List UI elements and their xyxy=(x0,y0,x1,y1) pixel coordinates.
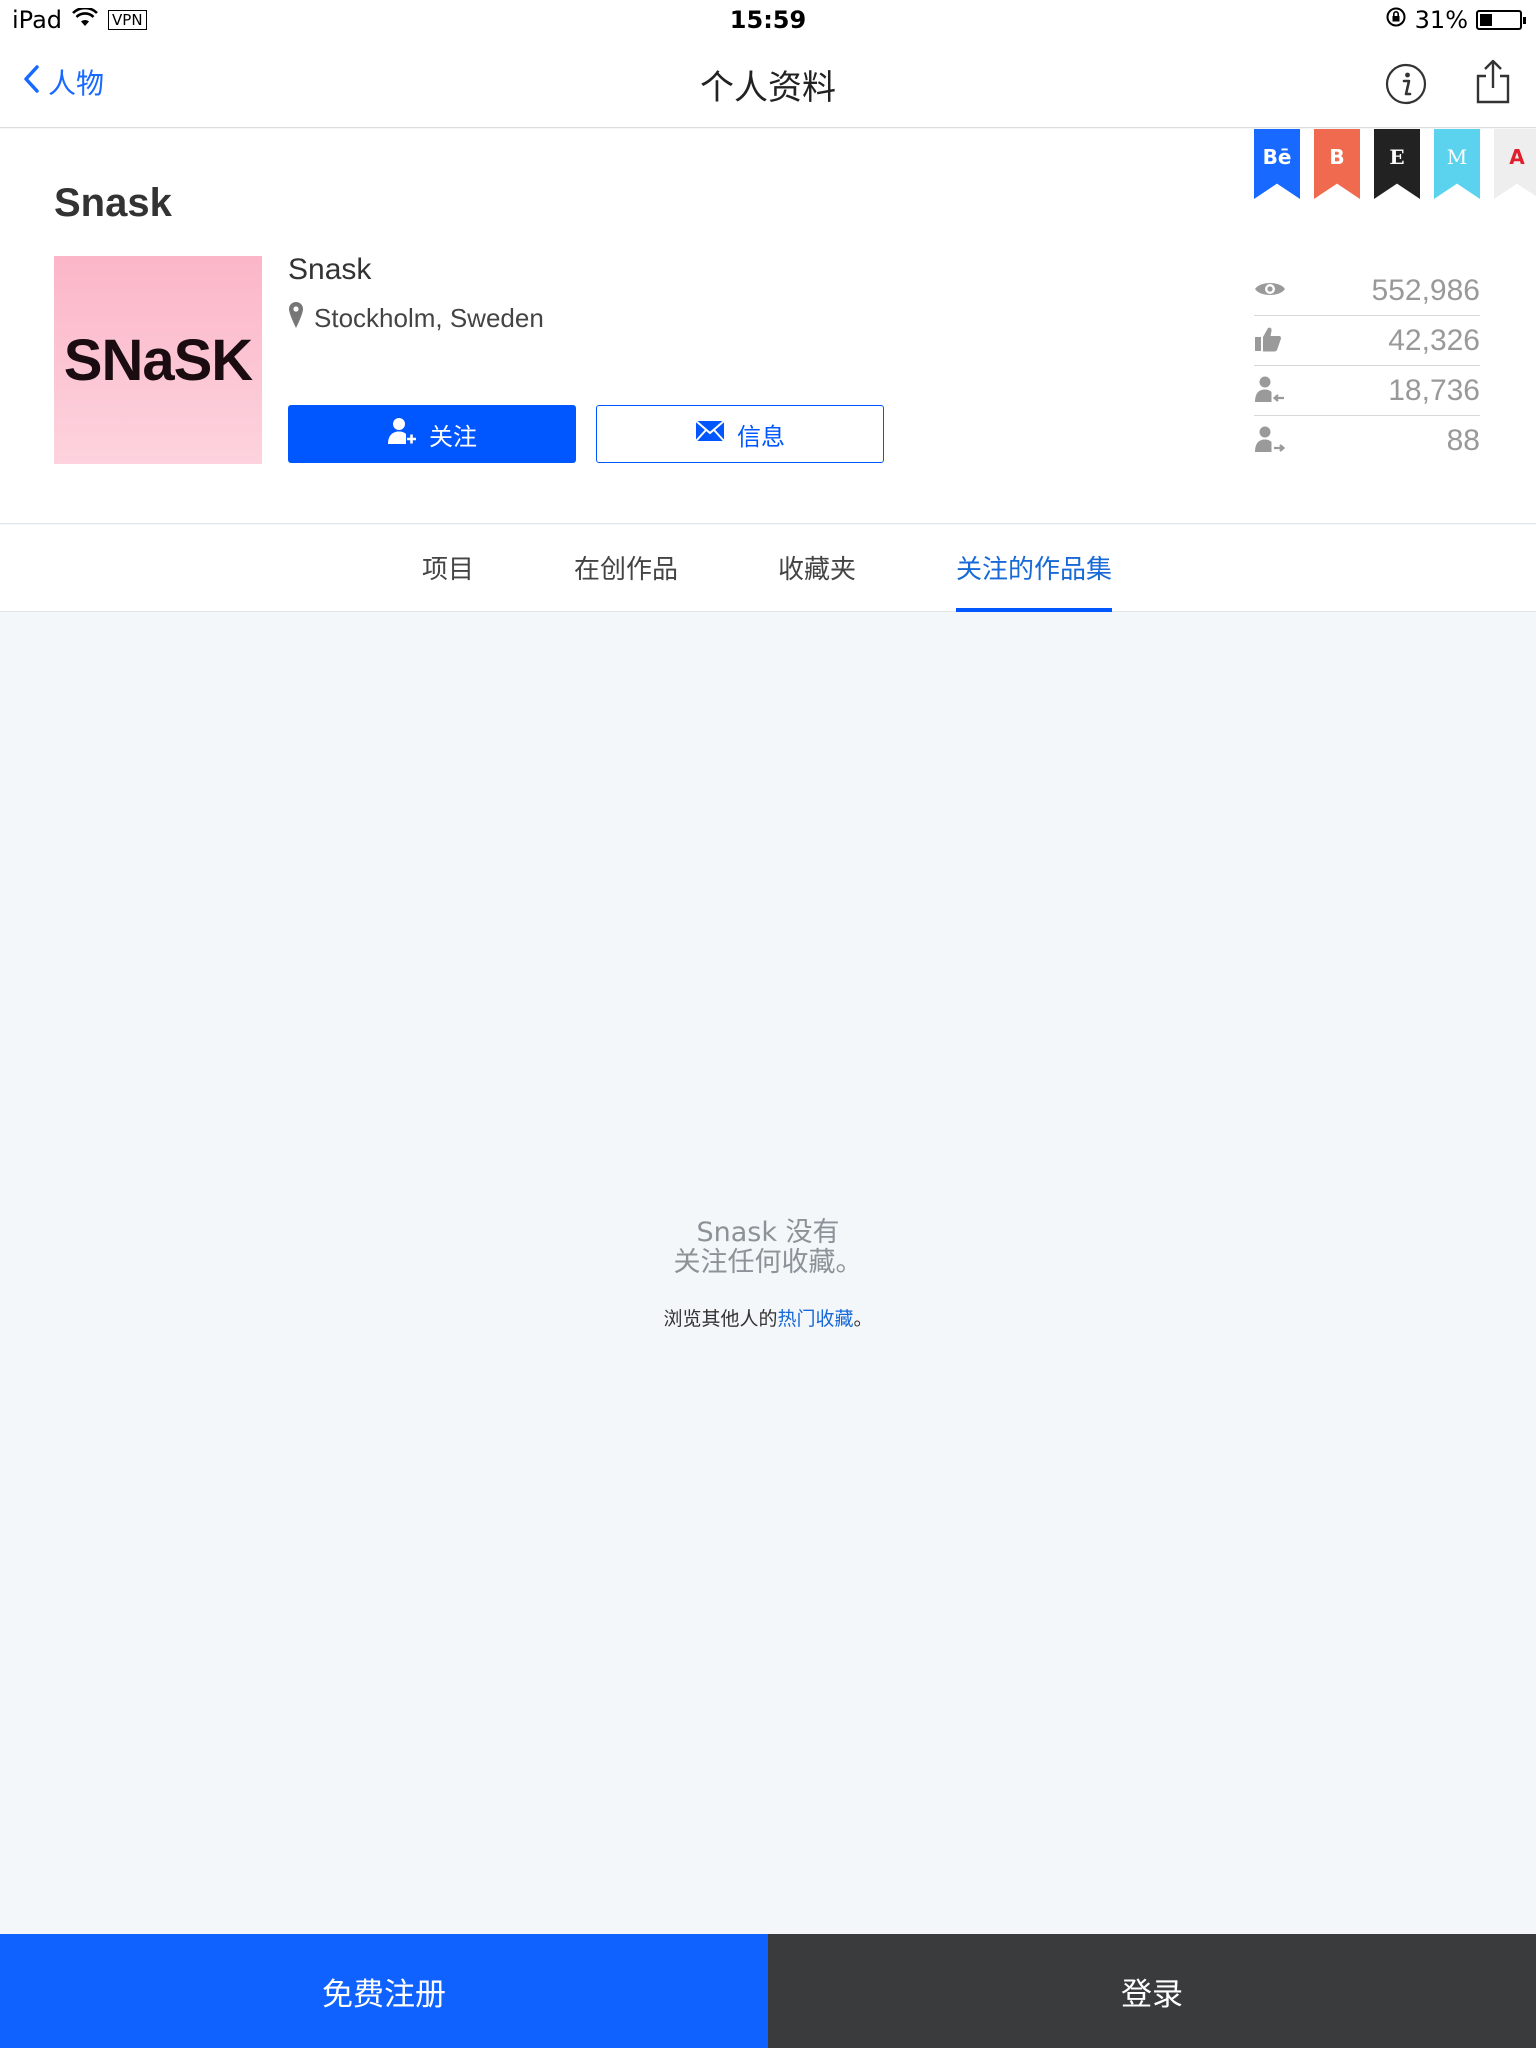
nav-bar: 人物 个人资料 xyxy=(0,42,1536,128)
following-count: 88 xyxy=(1446,424,1480,457)
browse-hint: 浏览其他人的热门收藏。 xyxy=(0,1304,1536,1331)
empty-state-line1: Snask 没有 xyxy=(696,1217,840,1248)
page-title: 个人资料 xyxy=(700,68,836,108)
follow-label: 关注 xyxy=(429,422,477,451)
login-label: 登录 xyxy=(1121,1976,1183,2013)
user-location: Stockholm, Sweden xyxy=(288,301,544,336)
thumbs-up-icon xyxy=(1254,326,1282,356)
behance-ribbon[interactable]: Bē xyxy=(1254,129,1300,199)
browse-suffix: 。 xyxy=(853,1308,873,1330)
following-icon xyxy=(1254,425,1286,457)
stat-views: 552,986 xyxy=(1254,266,1480,316)
m-ribbon[interactable]: M xyxy=(1434,129,1480,199)
followers-icon xyxy=(1254,375,1286,407)
empty-state-message: Snask 没有 关注任何收藏。 xyxy=(0,1218,1536,1278)
profile-header: Snask SNaSK Snask Stockholm, Sweden 关注 信… xyxy=(0,129,1536,524)
follow-button[interactable]: 关注 xyxy=(288,405,576,463)
info-icon xyxy=(1385,63,1427,105)
blogger-ribbon[interactable]: B xyxy=(1314,129,1360,199)
stat-appreciations: 42,326 xyxy=(1254,316,1480,366)
envelope-icon xyxy=(695,420,725,448)
add-user-icon xyxy=(387,416,417,452)
tab-collections[interactable]: 收藏夹 xyxy=(778,549,856,612)
tab-bar: 项目 在创作品 收藏夹 关注的作品集 xyxy=(0,525,1536,612)
signup-button[interactable]: 免费注册 xyxy=(0,1934,768,2048)
blogger-ribbon-label: B xyxy=(1329,145,1345,169)
share-button[interactable] xyxy=(1474,58,1512,110)
profile-title: Snask xyxy=(54,181,172,225)
appreciations-count: 42,326 xyxy=(1388,323,1480,357)
status-time: 15:59 xyxy=(729,6,807,34)
rotation-lock-icon xyxy=(1385,6,1407,34)
tab-followed-collections[interactable]: 关注的作品集 xyxy=(956,549,1113,612)
browse-prefix: 浏览其他人的 xyxy=(663,1308,778,1330)
status-right: 31% xyxy=(1385,6,1526,34)
battery-percent: 31% xyxy=(1414,6,1468,34)
adobe-ribbon[interactable]: A xyxy=(1494,129,1536,199)
e-ribbon[interactable]: E xyxy=(1374,129,1420,199)
user-name: Snask xyxy=(288,253,372,286)
battery-fill xyxy=(1480,14,1492,26)
location-pin-icon xyxy=(288,301,304,336)
avatar: SNaSK xyxy=(54,256,262,464)
stat-following: 88 xyxy=(1254,416,1480,466)
location-text: Stockholm, Sweden xyxy=(314,303,544,333)
followers-count: 18,736 xyxy=(1388,373,1480,407)
signup-label: 免费注册 xyxy=(322,1976,446,2013)
views-count: 552,986 xyxy=(1371,273,1480,307)
message-label: 信息 xyxy=(737,422,785,451)
eye-icon xyxy=(1254,279,1286,303)
message-button[interactable]: 信息 xyxy=(596,405,884,463)
e-ribbon-label: E xyxy=(1389,145,1405,169)
share-icon xyxy=(1476,59,1510,104)
empty-state-line2: 关注任何收藏。 xyxy=(673,1247,863,1278)
stat-followers: 18,736 xyxy=(1254,366,1480,416)
battery-icon xyxy=(1476,10,1526,30)
avatar-logo-text: SNaSK xyxy=(63,327,253,393)
adobe-ribbon-label: A xyxy=(1509,145,1525,169)
info-button[interactable] xyxy=(1384,62,1428,110)
status-bar: iPad VPN 15:59 31% xyxy=(0,0,1536,42)
m-ribbon-label: M xyxy=(1446,145,1468,169)
login-button[interactable]: 登录 xyxy=(768,1934,1536,2048)
behance-ribbon-label: Bē xyxy=(1262,145,1292,169)
popular-collections-link[interactable]: 热门收藏 xyxy=(777,1308,853,1330)
tab-projects[interactable]: 项目 xyxy=(422,549,474,612)
tab-work-in-progress[interactable]: 在创作品 xyxy=(574,549,678,612)
bottom-bar: 免费注册 登录 xyxy=(0,1934,1536,2048)
